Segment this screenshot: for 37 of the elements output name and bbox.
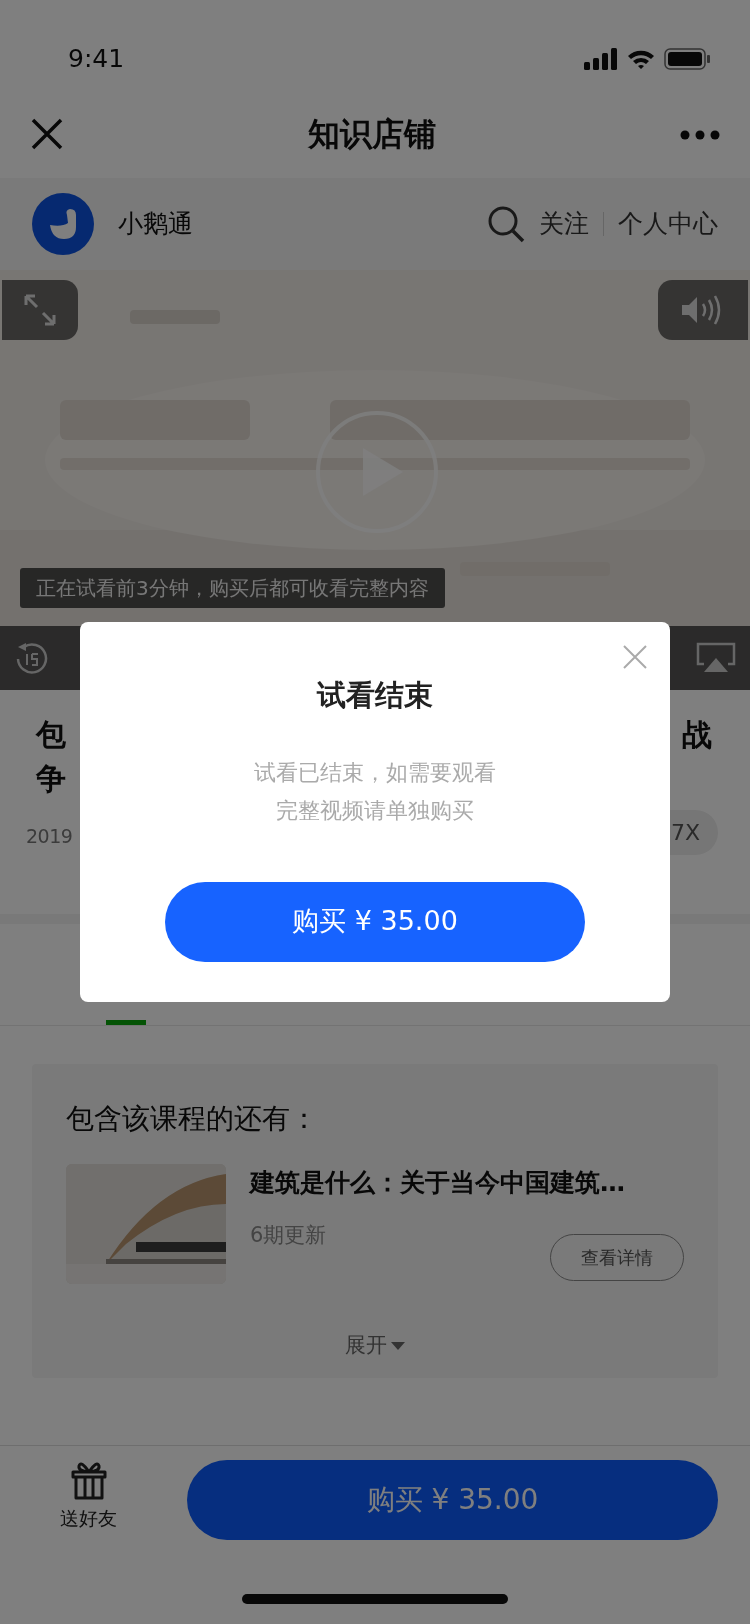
status-time: 9:41 bbox=[68, 43, 125, 76]
gift-button[interactable]: 送好友 bbox=[60, 1460, 117, 1540]
close-icon bbox=[622, 644, 648, 670]
dialog-title: 试看结束 bbox=[317, 677, 433, 714]
trial-notice: 正在试看前3分钟，购买后都可收看完整内容 bbox=[20, 568, 445, 608]
close-button[interactable] bbox=[622, 644, 648, 670]
follow-link[interactable]: 关注 bbox=[539, 205, 589, 243]
publish-date: 2019 bbox=[26, 824, 73, 849]
battery-icon bbox=[664, 48, 710, 70]
replay-button[interactable] bbox=[14, 641, 48, 675]
search-icon bbox=[487, 205, 525, 243]
course-title: 争 bbox=[36, 760, 66, 798]
expand-button[interactable]: 展开 bbox=[32, 1314, 718, 1378]
expand-icon bbox=[23, 293, 57, 327]
rewind-icon bbox=[14, 641, 48, 675]
airplay-icon bbox=[696, 642, 736, 674]
wifi-icon bbox=[626, 48, 656, 70]
course-title: 建筑是什么：关于当今中国建筑… bbox=[250, 1167, 626, 1199]
page-title: 知识店铺 bbox=[308, 114, 436, 155]
shop-name: 小鹅通 bbox=[118, 208, 193, 241]
signal-icon bbox=[584, 48, 618, 70]
personal-center-link[interactable]: 个人中心 bbox=[618, 205, 718, 243]
course-title: 包 bbox=[36, 716, 66, 754]
caret-icon bbox=[391, 1342, 405, 1350]
buy-button[interactable]: 购买 ¥ 35.00 bbox=[187, 1460, 718, 1540]
close-icon bbox=[30, 117, 64, 151]
dialog-message: 试看已结束，如需要观看完整视频请单独购买 bbox=[254, 758, 496, 825]
volume-button[interactable] bbox=[658, 280, 748, 340]
section-heading: 包含该课程的还有： bbox=[65, 1101, 319, 1137]
buy-button[interactable]: 购买 ¥ 35.00 bbox=[165, 881, 585, 962]
more-icon bbox=[680, 129, 720, 140]
search-button[interactable] bbox=[487, 205, 525, 243]
airplay-button[interactable] bbox=[696, 642, 736, 674]
shop-logo bbox=[32, 193, 94, 255]
course-title: 战 bbox=[682, 716, 712, 754]
close-button[interactable] bbox=[30, 117, 64, 151]
fullscreen-button[interactable] bbox=[2, 280, 78, 340]
